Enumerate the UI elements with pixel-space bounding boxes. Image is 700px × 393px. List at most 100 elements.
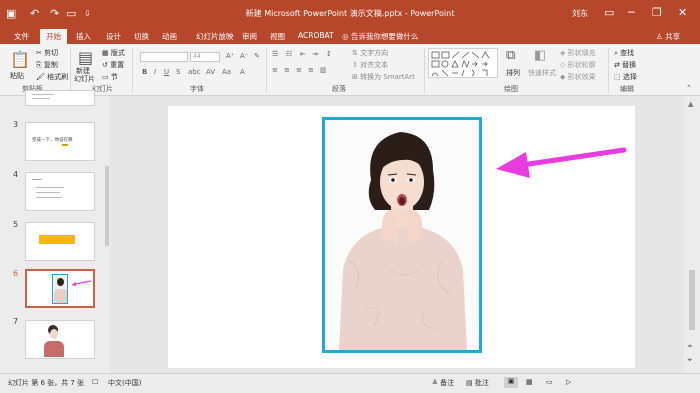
tab-review[interactable]: 审阅 — [242, 31, 257, 42]
strikethrough-icon[interactable]: abc — [188, 68, 201, 76]
tab-file[interactable]: 文件 — [14, 31, 29, 42]
next-slide-icon[interactable]: ⏷ — [687, 356, 693, 365]
scrollbar-thumb[interactable] — [105, 166, 109, 246]
shape-fill-button[interactable]: ◈ 形状填充 — [560, 48, 596, 58]
minimize-icon[interactable]: ─ — [628, 6, 635, 19]
font-name-combo[interactable] — [140, 52, 188, 62]
format-painter-button[interactable]: 🖌 格式刷 — [36, 72, 68, 82]
prev-slide-icon[interactable]: ⏶ — [687, 342, 693, 351]
notes-label: 备注 — [440, 379, 455, 387]
font-color-icon[interactable]: A — [240, 68, 245, 76]
cut-label: 剪切 — [44, 49, 59, 57]
numbering-icon[interactable]: ☷ — [286, 50, 292, 58]
ribbon-display-icon[interactable]: ▭ — [604, 6, 614, 19]
tab-home[interactable]: 开始 — [40, 29, 67, 44]
shape-outline-button[interactable]: ◇ 形状轮廓 — [560, 60, 596, 70]
language-indicator[interactable]: 中文(中国) — [108, 378, 141, 388]
tab-design[interactable]: 设计 — [106, 31, 121, 42]
shrink-font-icon[interactable]: A⁻ — [240, 52, 248, 60]
shapes-gallery[interactable] — [428, 48, 498, 78]
align-text-button[interactable]: ⇳ 对齐文本 — [352, 60, 388, 70]
scrollbar-thumb[interactable] — [689, 270, 695, 330]
replace-button[interactable]: ⇄ 替换 — [614, 60, 636, 70]
increase-indent-icon[interactable]: ⇥ — [312, 50, 318, 58]
reset-button[interactable]: ↺ 重置 — [102, 60, 124, 70]
collapse-ribbon-icon[interactable]: ⌃ — [686, 84, 692, 92]
select-button[interactable]: ⬚ 选择 — [614, 72, 637, 82]
smartart-button[interactable]: ⊞ 转换为 SmartArt — [352, 72, 415, 82]
slide-thumbnail-pane: 3 完成一下，你说在哪 4 5 6 7 — [0, 90, 106, 373]
slide-thumbnail-6[interactable] — [25, 269, 95, 308]
tab-transitions[interactable]: 切换 — [134, 31, 149, 42]
slide-thumbnail-3[interactable]: 完成一下，你说在哪 — [25, 122, 95, 161]
thumb-body — [54, 289, 67, 303]
slide-thumbnail-4[interactable] — [25, 172, 95, 211]
align-left-icon[interactable]: ≡ — [272, 66, 278, 74]
tab-view[interactable]: 视图 — [270, 31, 285, 42]
maximize-icon[interactable]: ❐ — [652, 6, 662, 19]
thumb-text-line — [36, 192, 60, 193]
shadow-icon[interactable]: S — [176, 68, 180, 76]
selected-photo[interactable] — [322, 117, 482, 353]
comments-button[interactable]: ▤ 批注 — [466, 378, 489, 388]
layout-button[interactable]: ▦ 版式 — [102, 48, 125, 58]
window-title: 新建 Microsoft PowerPoint 演示文稿.pptx - Powe… — [245, 9, 455, 18]
layout-label: 版式 — [110, 49, 125, 57]
slide-thumbnail-2[interactable] — [25, 90, 95, 106]
find-button[interactable]: ⌕ 查找 — [614, 48, 634, 58]
comments-label: 批注 — [474, 379, 489, 387]
tab-slideshow[interactable]: 幻灯片放映 — [196, 31, 234, 42]
thumbnail-scrollbar[interactable] — [104, 96, 110, 373]
tell-me-search[interactable]: ◎ 告诉我你想要做什么 — [342, 31, 418, 42]
section-button[interactable]: ▭ 节 — [102, 72, 118, 82]
arrange-icon[interactable]: ⧉ — [506, 48, 515, 63]
user-name[interactable]: 刘东 — [572, 8, 588, 19]
slide-thumbnail-5[interactable] — [25, 222, 95, 261]
photo-woman-surprised — [325, 120, 479, 350]
tab-acrobat[interactable]: ACROBAT — [298, 31, 334, 40]
close-icon[interactable]: ✕ — [678, 6, 687, 19]
line-spacing-icon[interactable]: ↕ — [326, 50, 332, 58]
clear-format-icon[interactable]: ✎ — [254, 52, 260, 60]
group-separator — [608, 48, 609, 92]
change-case-icon[interactable]: Aa — [222, 68, 231, 76]
justify-icon[interactable]: ≡ — [308, 66, 314, 74]
font-size-combo[interactable]: 44 — [190, 52, 220, 62]
tab-animations[interactable]: 动画 — [162, 31, 177, 42]
slide-sorter-icon[interactable]: ▦ — [526, 378, 533, 386]
char-spacing-icon[interactable]: AV — [206, 68, 215, 76]
align-right-icon[interactable]: ≡ — [296, 66, 302, 74]
thumb-text-line — [32, 179, 42, 180]
notes-button[interactable]: ≙ 备注 — [432, 378, 454, 388]
arrange-button[interactable]: 排列 — [506, 68, 520, 78]
copy-button[interactable]: ⎘ 复制 — [36, 60, 58, 70]
underline-icon[interactable]: U — [164, 68, 169, 76]
columns-icon[interactable]: ▥ — [320, 66, 327, 74]
bullets-icon[interactable]: ☰ — [272, 50, 278, 58]
copy-label: 复制 — [43, 61, 58, 69]
cut-button[interactable]: ✂ 剪切 — [36, 48, 58, 58]
slideshow-view-icon[interactable]: ▷ — [566, 378, 571, 386]
paste-button[interactable]: 粘贴 — [10, 71, 24, 81]
new-slide-icon[interactable]: ▤ — [78, 48, 93, 67]
italic-icon[interactable]: I — [154, 68, 156, 76]
thumb-title: 完成一下，你说在哪 — [32, 138, 73, 143]
share-button[interactable]: ♙ 共享 — [656, 31, 680, 42]
normal-view-icon[interactable]: ▣ — [504, 377, 518, 388]
thumb-text-line — [32, 94, 54, 95]
paste-icon[interactable]: 📋 — [10, 50, 30, 69]
shape-effects-button[interactable]: ◆ 形状效果 — [560, 72, 596, 82]
text-direction-button[interactable]: ⇅ 文字方向 — [352, 48, 388, 58]
grow-font-icon[interactable]: A⁺ — [226, 52, 234, 60]
reading-view-icon[interactable]: ▭ — [546, 378, 553, 386]
decrease-indent-icon[interactable]: ⇤ — [300, 50, 306, 58]
slide-thumbnail-7[interactable] — [25, 320, 95, 359]
quick-styles-icon[interactable]: ◧ — [534, 48, 546, 63]
bold-icon[interactable]: B — [142, 68, 147, 76]
slide-scrollbar[interactable]: ▲ ⏶ ⏷ — [684, 96, 700, 373]
scroll-up-icon[interactable]: ▲ — [688, 100, 693, 108]
spellcheck-icon[interactable]: ☐ — [92, 378, 98, 386]
align-center-icon[interactable]: ≡ — [284, 66, 290, 74]
quick-styles-button[interactable]: 快速样式 — [528, 68, 556, 78]
tab-insert[interactable]: 插入 — [76, 31, 91, 42]
